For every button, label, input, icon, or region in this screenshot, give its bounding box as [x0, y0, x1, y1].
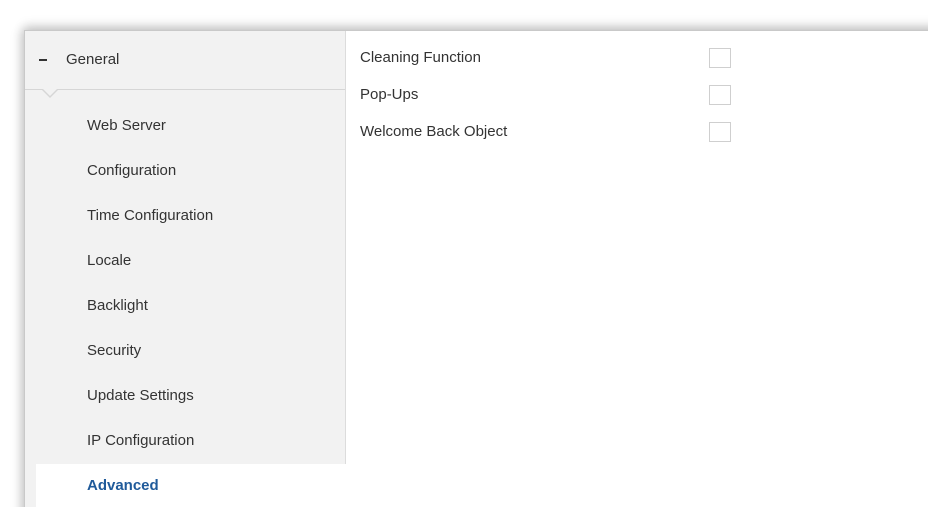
- option-cleaning-function: Cleaning Function: [358, 46, 778, 72]
- sidebar-item-locale[interactable]: Locale: [25, 239, 345, 284]
- sidebar-item-label: IP Configuration: [87, 432, 195, 449]
- sidebar-item-ip-configuration[interactable]: IP Configuration: [25, 419, 345, 464]
- page: General Web Server Configuration Time Co…: [0, 0, 928, 507]
- sidebar-item-web-server[interactable]: Web Server: [25, 104, 345, 149]
- sidebar: General Web Server Configuration Time Co…: [25, 31, 356, 507]
- sidebar-item-security[interactable]: Security: [25, 329, 345, 374]
- sidebar-group-label: General: [66, 51, 120, 68]
- collapse-minus-icon[interactable]: [39, 59, 47, 61]
- cleaning-function-checkbox[interactable]: [709, 48, 731, 68]
- sidebar-item-label: Update Settings: [87, 387, 194, 404]
- sidebar-item-label: Locale: [87, 252, 132, 269]
- sidebar-item-backlight[interactable]: Backlight: [25, 284, 345, 329]
- sidebar-item-label: Configuration: [87, 162, 177, 179]
- option-welcome-back-object: Welcome Back Object: [358, 120, 778, 146]
- sidebar-item-update-settings[interactable]: Update Settings: [25, 374, 345, 419]
- option-pop-ups: Pop-Ups: [358, 83, 778, 109]
- sidebar-item-configuration[interactable]: Configuration: [25, 149, 345, 194]
- sidebar-item-label: Time Configuration: [87, 207, 214, 224]
- sidebar-item-label: Advanced: [87, 477, 159, 494]
- option-label: Welcome Back Object: [360, 123, 508, 140]
- option-label: Cleaning Function: [360, 49, 481, 66]
- sidebar-item-label: Web Server: [87, 117, 166, 134]
- sidebar-item-label: Security: [87, 342, 142, 359]
- pop-ups-checkbox[interactable]: [709, 85, 731, 105]
- sidebar-group-general[interactable]: General: [25, 31, 345, 90]
- sidebar-item-time-configuration[interactable]: Time Configuration: [25, 194, 345, 239]
- welcome-back-object-checkbox[interactable]: [709, 122, 731, 142]
- group-pointer-notch-fill: [42, 88, 58, 96]
- option-label: Pop-Ups: [360, 86, 419, 103]
- settings-window: General Web Server Configuration Time Co…: [24, 30, 928, 507]
- sidebar-item-advanced[interactable]: Advanced: [36, 464, 356, 507]
- sidebar-item-label: Backlight: [87, 297, 148, 314]
